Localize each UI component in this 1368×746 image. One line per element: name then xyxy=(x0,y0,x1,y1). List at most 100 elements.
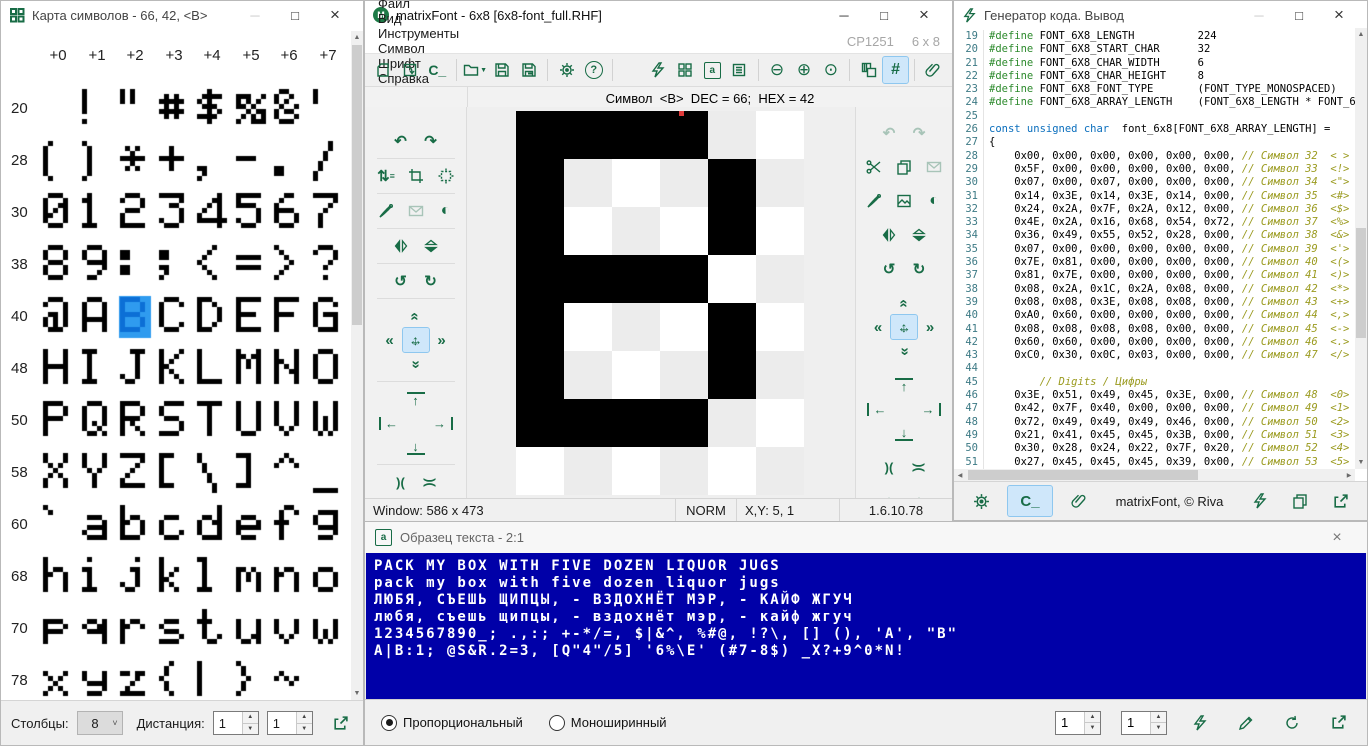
expand-icon[interactable] xyxy=(433,164,459,188)
refresh-icon[interactable] xyxy=(1279,710,1305,736)
shift-right-icon[interactable]: » xyxy=(917,315,943,339)
export-icon[interactable] xyxy=(1325,710,1351,736)
glyph-pixel[interactable] xyxy=(564,207,612,255)
shift-up-icon[interactable]: « xyxy=(891,291,917,315)
glyph-pixel[interactable] xyxy=(756,111,804,159)
shift-right-icon[interactable]: » xyxy=(429,328,455,352)
number-spinner[interactable]: 1▲▼ xyxy=(213,711,259,735)
envelope-icon[interactable] xyxy=(921,155,947,179)
scroll-down-icon[interactable]: ▼ xyxy=(1355,456,1367,469)
glyph-pixel[interactable] xyxy=(516,207,564,255)
shift-left-icon[interactable]: « xyxy=(377,328,403,352)
spin-down-icon[interactable]: ▼ xyxy=(1085,723,1100,734)
import-icon[interactable] xyxy=(398,57,423,83)
snap-bottom-icon[interactable]: ↓ xyxy=(403,435,429,459)
glyph-pixel[interactable] xyxy=(516,447,564,495)
glyph-pixel[interactable] xyxy=(564,255,612,303)
glyph-pixel[interactable] xyxy=(660,351,708,399)
snap-top-icon[interactable]: ↑ xyxy=(891,373,917,397)
flip-v-icon[interactable] xyxy=(906,223,932,247)
glyph-pixel[interactable] xyxy=(564,303,612,351)
menu-item-вид[interactable]: Вид xyxy=(369,11,468,26)
snap-left-icon[interactable]: ← xyxy=(865,397,891,421)
glyph-pixel[interactable] xyxy=(708,159,756,207)
scroll-left-icon[interactable]: ◀ xyxy=(954,472,966,479)
glyph-pixel[interactable] xyxy=(756,399,804,447)
glyph-pixel[interactable] xyxy=(612,207,660,255)
lightning-icon[interactable] xyxy=(1187,710,1213,736)
close-icon[interactable]: × xyxy=(1317,525,1357,551)
glyph-pixel[interactable] xyxy=(564,111,612,159)
radio-monospaced[interactable]: Моноширинный xyxy=(549,715,667,731)
maximize-icon[interactable]: □ xyxy=(1279,2,1319,28)
redo-icon[interactable]: ↷ xyxy=(418,129,444,153)
close-icon[interactable]: × xyxy=(315,2,355,28)
glyph-pixel[interactable] xyxy=(516,351,564,399)
c-language-button[interactable]: C_ xyxy=(1008,486,1052,516)
glyph-pixel[interactable] xyxy=(612,303,660,351)
image-icon[interactable] xyxy=(891,189,917,213)
snap-bottom-icon[interactable]: ↓ xyxy=(891,421,917,445)
spin-down-icon[interactable]: ▼ xyxy=(243,724,258,735)
char-map-grid[interactable] xyxy=(1,81,349,700)
glyph-pixel[interactable] xyxy=(612,399,660,447)
glyph-pixel[interactable] xyxy=(660,207,708,255)
sample-text-icon[interactable]: a xyxy=(700,57,725,83)
glyph-pixel[interactable] xyxy=(708,351,756,399)
envelope-icon[interactable] xyxy=(403,199,429,223)
glyph-pixel-grid[interactable] xyxy=(516,111,804,495)
scrollbar-thumb[interactable] xyxy=(352,45,362,325)
center-h-icon[interactable]: )( xyxy=(876,455,902,479)
broom-icon[interactable] xyxy=(861,189,887,213)
glyph-pixel[interactable] xyxy=(516,255,564,303)
code-vertical-scrollbar[interactable]: ▲ ▼ xyxy=(1355,28,1367,469)
code-editor[interactable]: 19#define FONT_6X8_LENGTH 22420#define F… xyxy=(954,30,1355,469)
code-c-icon[interactable]: C_ xyxy=(425,57,450,83)
spin-down-icon[interactable]: ▼ xyxy=(297,724,312,735)
char-map-scrollbar[interactable]: ▲ ▼ xyxy=(351,31,363,700)
glyph-pixel[interactable] xyxy=(756,207,804,255)
redo-icon[interactable]: ↷ xyxy=(906,121,932,145)
copy-icon[interactable] xyxy=(1287,488,1313,514)
glyph-pixel[interactable] xyxy=(516,159,564,207)
rotate-cw-icon[interactable]: ↻ xyxy=(418,269,444,293)
glyph-pixel[interactable] xyxy=(708,399,756,447)
spin-up-icon[interactable]: ▲ xyxy=(1085,712,1100,724)
glyph-pixel[interactable] xyxy=(660,399,708,447)
lightning-icon[interactable] xyxy=(1247,488,1273,514)
settings-icon[interactable] xyxy=(554,57,579,83)
flip-v-icon[interactable] xyxy=(418,234,444,258)
help-icon[interactable]: ? xyxy=(581,57,606,83)
scroll-right-icon[interactable]: ▶ xyxy=(1343,472,1355,479)
two-windows-icon[interactable] xyxy=(856,57,881,83)
glyph-pixel[interactable] xyxy=(660,303,708,351)
glyph-pixel[interactable] xyxy=(660,111,708,159)
save-icon[interactable] xyxy=(490,57,515,83)
spin-up-icon[interactable]: ▲ xyxy=(1151,712,1166,724)
close-icon[interactable]: × xyxy=(904,2,944,28)
paperclip-icon[interactable] xyxy=(1066,488,1092,514)
scrollbar-thumb[interactable] xyxy=(1356,228,1366,338)
spin-down-icon[interactable]: ▼ xyxy=(1151,723,1166,734)
number-spinner[interactable]: 1▲▼ xyxy=(1121,711,1167,735)
rotate-cw-icon[interactable]: ↻ xyxy=(906,257,932,281)
shift-up-icon[interactable]: « xyxy=(403,304,429,328)
spin-up-icon[interactable]: ▲ xyxy=(243,712,258,724)
attach-icon[interactable] xyxy=(921,57,946,83)
maximize-icon[interactable]: □ xyxy=(864,2,904,28)
glyph-pixel[interactable] xyxy=(564,159,612,207)
output-list-icon[interactable] xyxy=(727,57,752,83)
resize-rows-icon[interactable]: ⇅≡ xyxy=(373,164,399,188)
glyph-pixel[interactable] xyxy=(516,399,564,447)
gear-icon[interactable] xyxy=(968,488,994,514)
invert-icon[interactable]: ◐ xyxy=(433,199,459,223)
minimize-icon[interactable]: ─ xyxy=(235,2,275,28)
glyph-pixel[interactable] xyxy=(756,447,804,495)
scroll-down-icon[interactable]: ▼ xyxy=(351,687,363,700)
export-icon[interactable] xyxy=(1327,488,1353,514)
scrollbar-thumb[interactable] xyxy=(968,470,1198,480)
lightning-icon[interactable] xyxy=(646,57,671,83)
broom-icon[interactable] xyxy=(373,199,399,223)
glyph-pixel[interactable] xyxy=(516,303,564,351)
center-v-icon[interactable]: )( xyxy=(418,470,444,494)
